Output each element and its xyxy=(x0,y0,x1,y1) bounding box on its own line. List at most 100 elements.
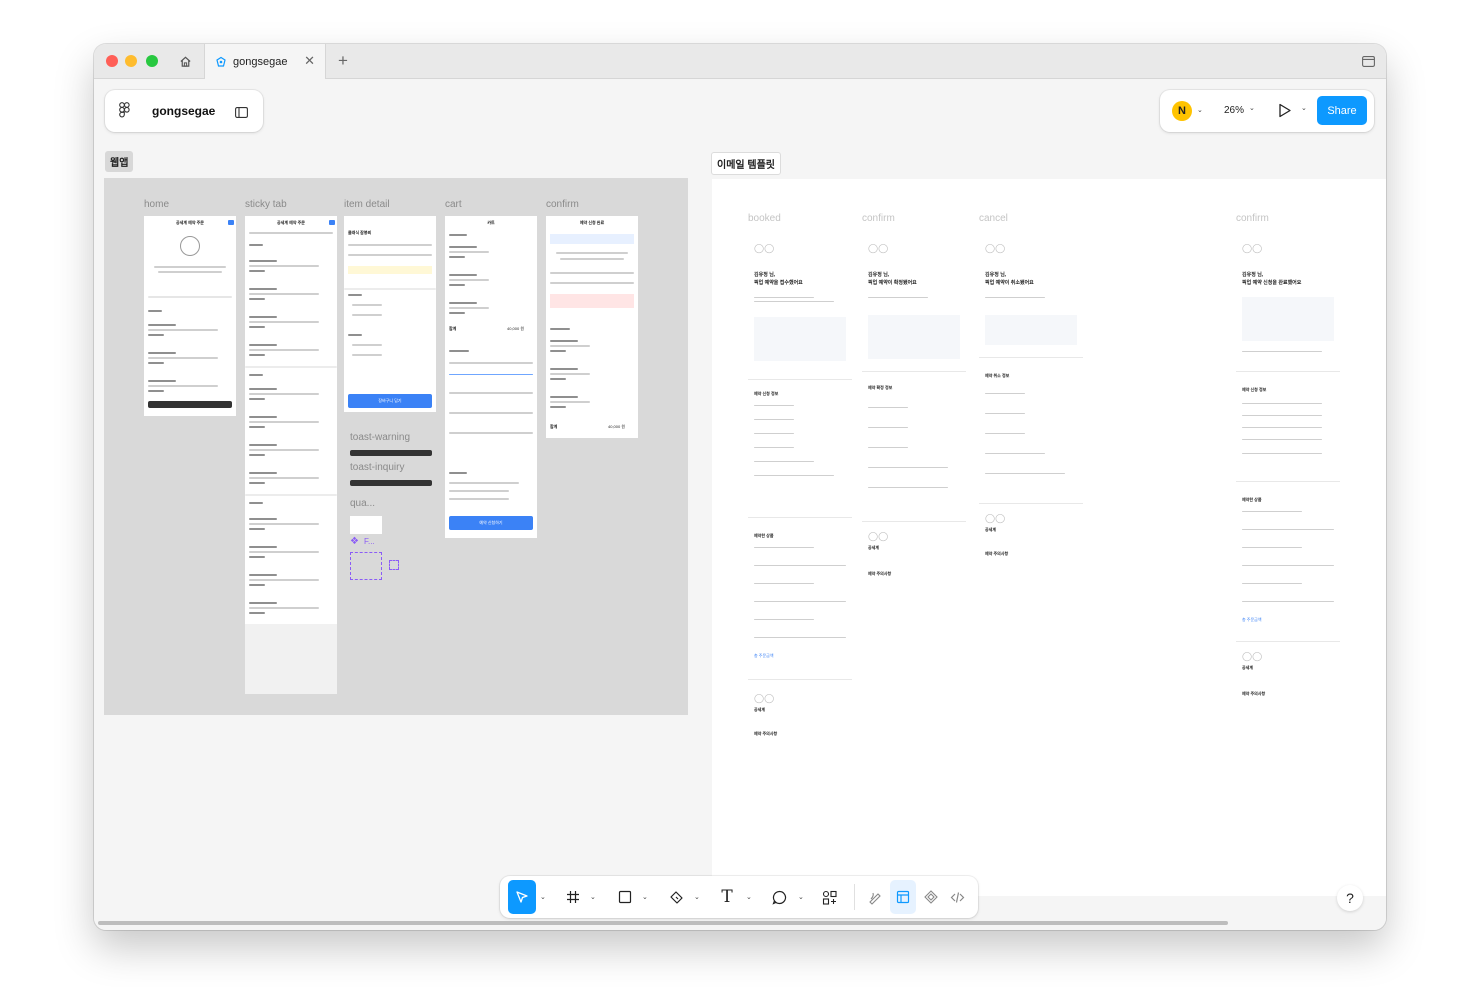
brand-footer-logo-icon: ◯◯ xyxy=(754,693,775,703)
products-heading: 예약한 상품 xyxy=(754,533,774,538)
app-window: gongsegae ✕ + gongsegae N ⌄ 26% ⌄ ⌄ Shar… xyxy=(94,44,1386,930)
frame-label-item-detail[interactable]: item detail xyxy=(344,199,390,210)
brand-footer-logo-icon: ◯◯ xyxy=(985,513,1006,523)
frame-sticky-tab[interactable]: 공세계 예약 주문 xyxy=(245,216,337,694)
detail-notice xyxy=(348,266,432,274)
confirm-total-value: 40,000 원 xyxy=(608,424,626,429)
frame-label-cart[interactable]: cart xyxy=(445,199,462,210)
headline: 픽업 예약을 접수했어요 xyxy=(754,280,803,286)
frame-item-detail[interactable]: 클래식 잠봉뵈 장바구니 담기 xyxy=(344,216,436,412)
chevron-down-icon[interactable]: ⌄ xyxy=(1301,104,1307,112)
section-label-email[interactable]: 이메일 템플릿 xyxy=(711,152,781,175)
bottom-toolbar: ⌄ ⌄ ⌄ ⌄ T ⌄ ⌄ xyxy=(500,876,978,918)
frame-cart[interactable]: 카트 합계 40,000 원 예약 신청하기 xyxy=(445,216,537,538)
quantity-component[interactable] xyxy=(350,516,382,534)
chevron-down-icon[interactable]: ⌄ xyxy=(1197,106,1203,114)
figma-slides-icon xyxy=(215,56,227,68)
close-window-button[interactable] xyxy=(106,55,118,67)
email-cancel[interactable]: ◯◯ 김유정 님, 픽업 예약이 취소됐어요 예약 취소 정보 ◯◯ 공세계 예… xyxy=(979,231,1083,599)
design-mode-icon[interactable] xyxy=(890,880,916,914)
frame-label-email-confirm[interactable]: confirm xyxy=(862,213,895,224)
home-icon[interactable] xyxy=(174,44,196,78)
email-booked[interactable]: ◯◯ 김유정 님, 픽업 예약을 접수했어요 예약 신청 정보 예약한 상품 총… xyxy=(748,231,852,771)
cursor-arrow-icon[interactable] xyxy=(508,880,536,914)
figma-logo-icon[interactable] xyxy=(119,102,130,123)
frame-label-booked[interactable]: booked xyxy=(748,213,781,224)
component-icon[interactable]: ❖ xyxy=(350,536,359,547)
minimize-window-button[interactable] xyxy=(125,55,137,67)
rectangle-icon[interactable] xyxy=(612,880,638,914)
toast-inquiry[interactable] xyxy=(350,480,432,486)
frame-label-qua[interactable]: qua... xyxy=(350,498,375,509)
headline: 픽업 예약 신청을 완료했어요 xyxy=(1242,280,1302,286)
frame-label-confirm[interactable]: confirm xyxy=(546,199,579,210)
component-icon[interactable] xyxy=(918,880,944,914)
toolbar-right-panel: N ⌄ 26% ⌄ ⌄ Share xyxy=(1160,90,1374,132)
tab-title: gongsegae xyxy=(233,55,288,68)
notice-heading: 예약 주의사항 xyxy=(868,571,892,576)
frame-label-f-component[interactable]: F... xyxy=(364,537,375,546)
chevron-down-icon[interactable]: ⌄ xyxy=(642,880,648,914)
chevron-down-icon[interactable]: ⌄ xyxy=(798,880,804,914)
comment-icon[interactable] xyxy=(766,880,792,914)
share-button[interactable]: Share xyxy=(1317,96,1367,125)
section-label-webapp[interactable]: 웹앱 xyxy=(105,151,134,172)
design-canvas[interactable]: gongsegae N ⌄ 26% ⌄ ⌄ Share 웹앱 이메일 템플릿 h… xyxy=(94,79,1386,930)
logo-illustration xyxy=(180,236,200,256)
frame-home[interactable]: 공세계 예약 주문 xyxy=(144,216,236,416)
info-heading: 예약 신청 정보 xyxy=(754,391,779,396)
info-heading: 예약 신청 정보 xyxy=(1242,387,1267,392)
horizontal-scrollbar[interactable] xyxy=(98,921,1228,925)
frame-confirm[interactable]: 예약 신청 완료 합계 40,000 원 xyxy=(546,216,638,438)
confirm-alert xyxy=(550,294,634,308)
frame-hash-icon[interactable] xyxy=(560,880,586,914)
zoom-level[interactable]: 26% xyxy=(1224,105,1244,116)
file-tab[interactable]: gongsegae ✕ xyxy=(204,44,326,79)
toolbar-divider xyxy=(854,884,855,910)
chevron-down-icon[interactable]: ⌄ xyxy=(590,880,596,914)
total-label: 총 주문금액 xyxy=(754,653,774,658)
dev-mode-icon[interactable] xyxy=(944,880,970,914)
frame-label-cancel[interactable]: cancel xyxy=(979,213,1008,224)
brand-name: 공세계 xyxy=(754,707,766,712)
confirm-total-label: 합계 xyxy=(550,424,558,429)
title-bar: gongsegae ✕ + xyxy=(94,44,1386,79)
avatar[interactable]: N xyxy=(1172,101,1192,121)
cart-icon[interactable] xyxy=(329,220,335,225)
frame-label-toast-inquiry[interactable]: toast-inquiry xyxy=(350,462,404,473)
section-webapp[interactable]: home sticky tab item detail cart confirm… xyxy=(104,178,688,715)
reserve-button[interactable]: 예약 신청하기 xyxy=(449,516,533,530)
sidebar-toggle-icon[interactable] xyxy=(235,105,248,123)
headline: 픽업 예약이 확정됐어요 xyxy=(868,280,917,286)
frame-label-sticky-tab[interactable]: sticky tab xyxy=(245,199,287,210)
text-icon[interactable]: T xyxy=(714,880,740,914)
play-icon[interactable] xyxy=(1278,103,1292,123)
frame-label-email-confirm-2[interactable]: confirm xyxy=(1236,213,1269,224)
draw-icon[interactable] xyxy=(862,880,888,914)
frame-label-home[interactable]: home xyxy=(144,199,169,210)
toast-warning[interactable] xyxy=(350,450,432,456)
close-icon[interactable]: ✕ xyxy=(304,54,315,68)
file-title[interactable]: gongsegae xyxy=(152,104,215,118)
file-panel: gongsegae xyxy=(105,90,263,132)
plus-icon[interactable]: + xyxy=(334,44,352,78)
sidebar-layout-icon[interactable] xyxy=(1358,44,1378,78)
help-button[interactable]: ? xyxy=(1337,885,1363,911)
cart-icon[interactable] xyxy=(228,220,234,225)
chevron-down-icon[interactable]: ⌄ xyxy=(746,880,752,914)
notice-heading: 예약 주의사항 xyxy=(1242,691,1266,696)
frame-label-toast-warning[interactable]: toast-warning xyxy=(350,432,410,443)
chevron-down-icon[interactable]: ⌄ xyxy=(540,880,546,914)
section-email[interactable]: booked confirm cancel confirm ◯◯ 김유정 님, … xyxy=(712,179,1386,896)
chevron-down-icon[interactable]: ⌄ xyxy=(694,880,700,914)
add-to-cart-button[interactable]: 장바구니 담기 xyxy=(348,394,432,408)
email-confirm[interactable]: ◯◯ 김유정 님, 픽업 예약이 확정됐어요 예약 확정 정보 ◯◯ 공세계 예… xyxy=(862,231,966,619)
maximize-window-button[interactable] xyxy=(146,55,158,67)
brand-logo-icon: ◯◯ xyxy=(754,243,775,253)
variant-dot[interactable] xyxy=(389,560,399,570)
chevron-down-icon[interactable]: ⌄ xyxy=(1249,104,1255,112)
variant-set[interactable] xyxy=(350,552,382,580)
email-confirm-2[interactable]: ◯◯ 김유정 님, 픽업 예약 신청을 완료했어요 예약 신청 정보 예약한 상… xyxy=(1236,231,1340,751)
actions-icon[interactable] xyxy=(816,880,842,914)
pen-icon[interactable] xyxy=(663,880,689,914)
